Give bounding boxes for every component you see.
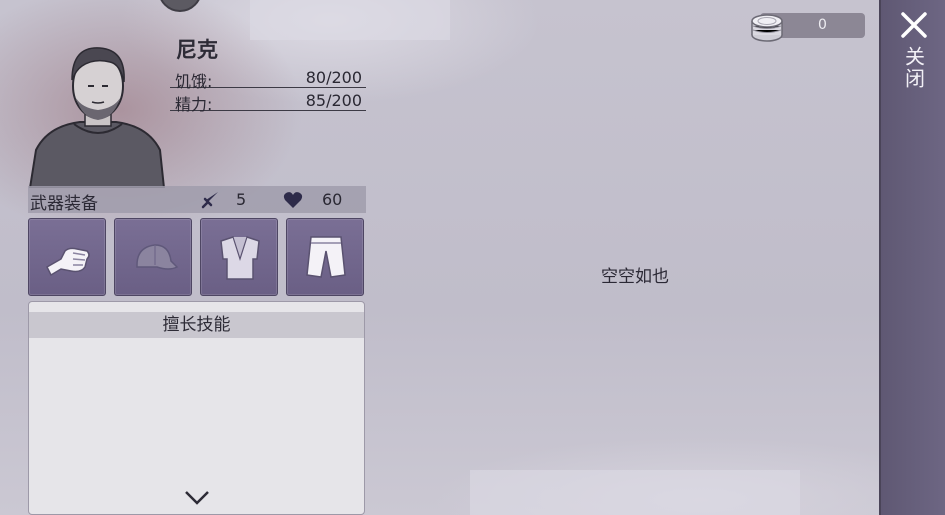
equipment-bar: 武器装备 5 60: [28, 186, 366, 214]
skills-panel: 擅长技能: [28, 301, 365, 515]
energy-stat: 精力: 85/200: [170, 89, 366, 114]
sword-icon: [201, 192, 218, 209]
inventory-empty-text: 空空如也: [601, 267, 669, 287]
energy-value: 85/200: [305, 91, 362, 110]
skills-title: 擅长技能: [29, 312, 364, 338]
ruin-silhouette: [470, 470, 800, 515]
equipment-title: 武器装备: [30, 194, 98, 214]
ruin-silhouette: [250, 0, 450, 40]
weapon-slot[interactable]: [28, 218, 106, 296]
hunger-stat: 饥饿: 80/200: [170, 66, 366, 91]
health-value: 60: [322, 190, 343, 209]
fist-icon: [46, 247, 90, 277]
close-label: 关闭: [901, 46, 926, 90]
hunger-value: 80/200: [305, 68, 362, 87]
body-slot[interactable]: [200, 218, 278, 296]
close-strip: 关闭: [879, 0, 945, 515]
close-button[interactable]: 关闭: [881, 0, 945, 110]
character-name: 尼克: [176, 38, 218, 62]
energy-label: 精力:: [175, 95, 213, 114]
shirt-icon: [220, 236, 260, 280]
coin-stack-icon: [751, 14, 783, 42]
shorts-icon: [306, 236, 346, 278]
heart-icon: [283, 192, 303, 208]
head-slot[interactable]: [114, 218, 192, 296]
legs-slot[interactable]: [286, 218, 364, 296]
character-portrait: [28, 47, 166, 188]
coin-value: 0: [818, 17, 827, 33]
close-icon: [901, 12, 927, 38]
chevron-down-icon[interactable]: [184, 490, 210, 506]
cap-icon: [136, 244, 179, 270]
attack-value: 5: [236, 190, 247, 209]
